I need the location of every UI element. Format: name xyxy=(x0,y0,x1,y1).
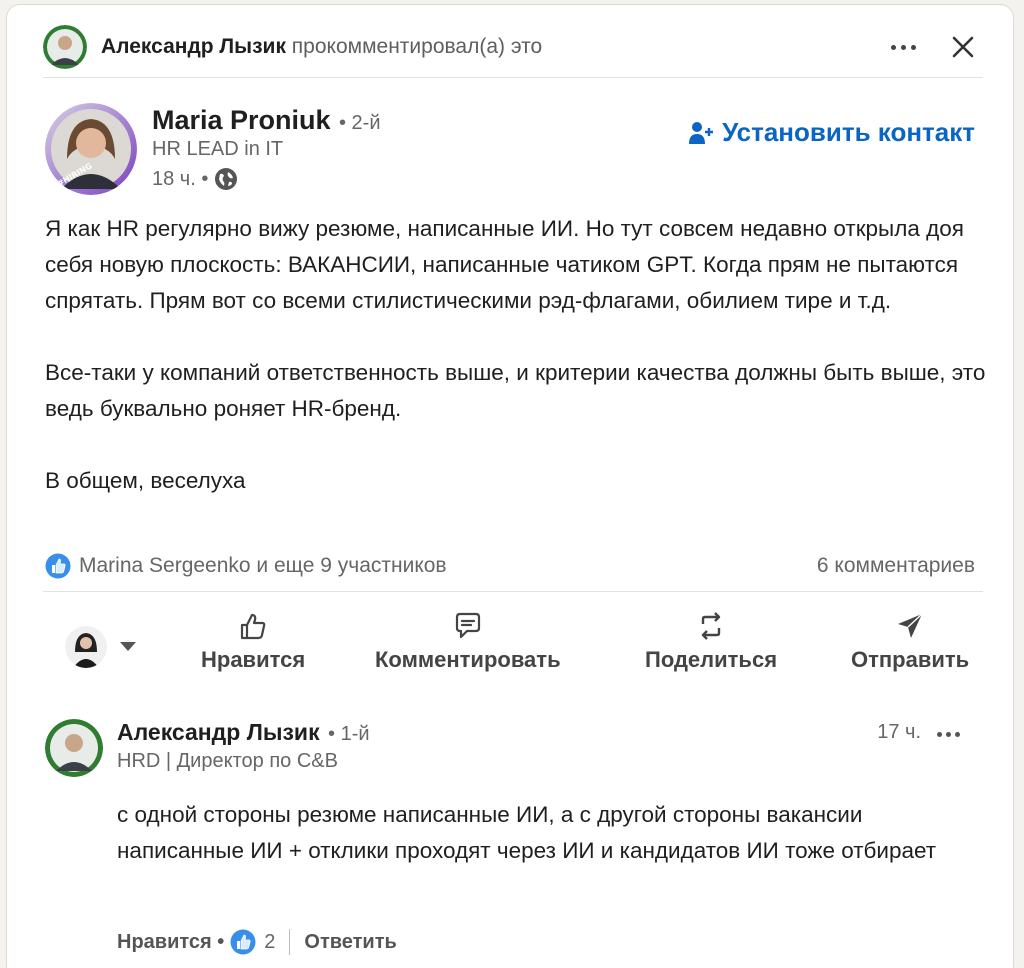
author-headline: HR LEAD in IT xyxy=(152,138,284,160)
post-paragraph: В общем, веселуха xyxy=(45,468,246,493)
globe-icon xyxy=(215,168,238,190)
commenter-name[interactable]: Александр Лызик xyxy=(117,719,320,745)
comment-reactions[interactable]: 2 xyxy=(230,929,275,955)
send-button[interactable]: Отправить xyxy=(851,611,969,673)
caret-down-icon xyxy=(120,642,136,651)
post-card: Александр Лызик прокомментировал(а) это xyxy=(6,4,1014,968)
author-name[interactable]: Maria Proniuk xyxy=(152,105,331,135)
divider xyxy=(43,77,983,78)
comment-actions: Нравится • 2 Ответить xyxy=(117,925,397,959)
post-body: Я как HR регулярно вижу резюме, написанн… xyxy=(45,211,995,535)
like-reaction-icon xyxy=(230,929,256,955)
activity-action: прокомментировал(а) это xyxy=(285,35,543,58)
reply-button[interactable]: Ответить xyxy=(304,931,396,954)
post-paragraph: Я как HR регулярно вижу резюме, написанн… xyxy=(45,216,964,313)
social-counts: Marina Sergeenko и еще 9 участников 6 ко… xyxy=(45,549,975,583)
action-bar: Нравится Комментировать Поделиться Отпра… xyxy=(45,607,975,687)
repost-icon xyxy=(701,612,721,640)
more-horizontal-icon xyxy=(890,44,896,50)
commenter-avatar[interactable] xyxy=(45,719,103,777)
thumbs-up-icon xyxy=(240,613,266,640)
more-options-button[interactable] xyxy=(883,27,923,67)
send-icon xyxy=(898,613,923,638)
comment-icon xyxy=(455,612,480,639)
post-meta: 18 ч. • xyxy=(152,167,381,191)
send-label: Отправить xyxy=(851,647,970,672)
comment-header: Александр Лызик • 1-й HRD | Директор по … xyxy=(117,719,370,773)
connect-button[interactable]: Установить контакт xyxy=(688,117,975,148)
author-info: Maria Proniuk • 2-й HR LEAD in IT 18 ч. … xyxy=(152,105,381,191)
reactions-summary[interactable]: Marina Sergeenko и еще 9 участников xyxy=(45,553,447,579)
close-icon xyxy=(952,36,974,58)
like-label: Нравится xyxy=(201,647,306,672)
comment-button[interactable]: Комментировать xyxy=(375,611,561,673)
separator xyxy=(289,929,291,955)
connection-degree: • 2-й xyxy=(339,112,381,134)
share-button[interactable]: Поделиться xyxy=(645,611,777,673)
like-button[interactable]: Нравится xyxy=(201,611,305,673)
more-horizontal-icon xyxy=(936,731,942,737)
comment-like-count: 2 xyxy=(264,930,276,953)
activity-text: Александр Лызик прокомментировал(а) это xyxy=(101,35,542,59)
divider xyxy=(43,591,983,592)
comments-count[interactable]: 6 комментариев xyxy=(817,554,975,578)
post-paragraph: Все-таки у компаний ответственность выше… xyxy=(45,360,986,421)
comment-like-button[interactable]: Нравится • xyxy=(117,931,224,954)
comment-label: Комментировать xyxy=(375,647,561,672)
add-person-icon xyxy=(689,121,714,144)
like-reaction-icon xyxy=(45,553,71,579)
commenter-degree: • 1-й xyxy=(328,723,370,745)
post-time: 18 ч. • xyxy=(152,167,209,190)
activity-header: Александр Лызик прокомментировал(а) это xyxy=(43,23,983,71)
my-avatar xyxy=(65,626,107,668)
actor-avatar[interactable] xyxy=(43,25,87,69)
actor-name[interactable]: Александр Лызик xyxy=(101,35,286,58)
identity-switcher[interactable] xyxy=(45,626,155,668)
likes-text: Marina Sergeenko и еще 9 участников xyxy=(79,554,447,577)
comment-time: 17 ч. xyxy=(877,721,921,743)
comment-more-button[interactable] xyxy=(931,717,965,751)
connect-label: Установить контакт xyxy=(722,117,975,147)
comment-text: с одной стороны резюме написанные ИИ, а … xyxy=(117,802,937,863)
author-avatar[interactable]: #HIRING xyxy=(45,103,137,195)
share-label: Поделиться xyxy=(645,647,778,672)
close-button[interactable] xyxy=(943,27,983,67)
commenter-headline: HRD | Директор по C&B xyxy=(117,750,338,772)
